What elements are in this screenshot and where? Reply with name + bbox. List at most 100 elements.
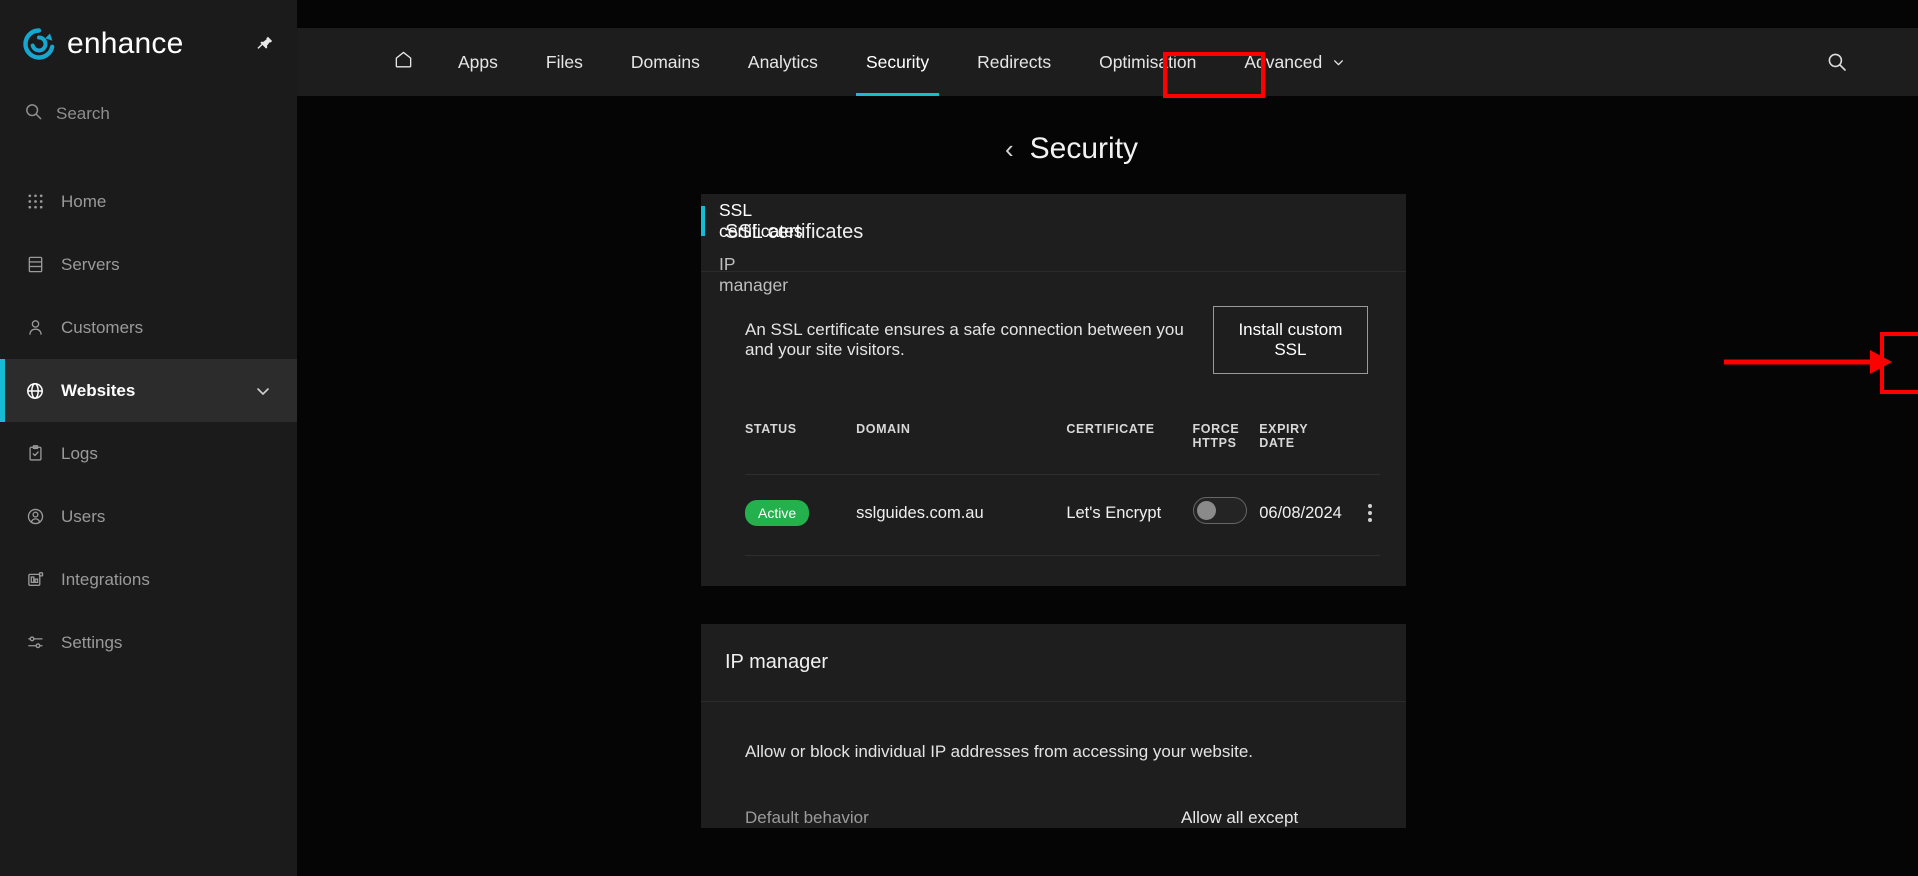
default-behavior-value[interactable]: Allow all except: [1181, 808, 1298, 828]
brand-header: enhance: [0, 0, 297, 88]
sidebar-item-settings[interactable]: Settings: [0, 611, 297, 674]
cell-actions: [1359, 474, 1380, 556]
page-subnav: SSL certificates IP manager: [297, 194, 803, 866]
column-header-domain: DOMAIN: [856, 422, 911, 436]
ssl-certificates-table: STATUS DOMAIN CERTIFICATE FORCE HTTPS EX…: [745, 408, 1380, 556]
global-search-icon[interactable]: [1822, 47, 1852, 77]
ip-card-title: IP manager: [701, 624, 1406, 702]
tab-label: Redirects: [977, 51, 1052, 72]
server-rack-icon: [24, 254, 46, 276]
sidebar-nav: Home Servers Customers Websites Logs Use…: [0, 170, 297, 674]
force-https-line2: HTTPS: [1192, 436, 1237, 450]
page-content: ‹ Security SSL certificates IP manager S…: [297, 96, 1918, 876]
page-header: ‹ Security: [297, 96, 1918, 166]
column-header-status: STATUS: [745, 422, 797, 436]
chevron-left-icon[interactable]: ‹: [1005, 136, 1014, 162]
subnav-item-label: IP manager: [719, 254, 789, 295]
sidebar-item-websites[interactable]: Websites: [0, 359, 297, 422]
tab-label: Analytics: [747, 51, 818, 72]
user-circle-icon: [24, 506, 46, 528]
tab-security[interactable]: Security: [842, 28, 953, 96]
ip-card-body: Allow or block individual IP addresses f…: [701, 702, 1406, 828]
top-nav-tabs: Apps Files Domains Analytics Security Re…: [297, 28, 1371, 96]
default-behavior-label: Default behavior: [745, 808, 869, 827]
tab-optimisation[interactable]: Optimisation: [1075, 28, 1220, 96]
sidebar-item-servers[interactable]: Servers: [0, 233, 297, 296]
tab-label: Advanced: [1244, 51, 1323, 72]
subnav-item-ssl-certificates[interactable]: SSL certificates: [701, 194, 803, 248]
enhance-e-logo-icon: [22, 27, 56, 61]
integrations-icon: [24, 569, 46, 591]
window-topbar: [297, 0, 1918, 28]
sidebar: enhance Search Home Servers Customers We…: [0, 0, 297, 876]
cell-certificate: Let's Encrypt: [1066, 474, 1193, 556]
install-custom-ssl-button[interactable]: Install custom SSL: [1212, 306, 1368, 374]
column-header-certificate: CERTIFICATE: [1066, 422, 1155, 436]
sidebar-search-label: Search: [56, 104, 110, 123]
sidebar-item-label: Home: [61, 191, 107, 211]
column-header-force-https: FORCE HTTPS: [1193, 408, 1260, 475]
ssl-certificates-card: SSL certificates An SSL certificate ensu…: [701, 194, 1406, 586]
cell-expiry-date: 06/08/2024: [1259, 474, 1360, 556]
cell-domain: sslguides.com.au: [856, 474, 1067, 556]
main-region: Apps Files Domains Analytics Security Re…: [297, 0, 1918, 876]
table-row: Active sslguides.com.au Let's Encrypt 06…: [745, 474, 1380, 556]
tab-apps[interactable]: Apps: [434, 28, 522, 96]
sidebar-item-label: Customers: [61, 317, 144, 337]
tab-label: Files: [545, 51, 583, 72]
top-navigation-bar: Apps Files Domains Analytics Security Re…: [297, 28, 1918, 96]
sidebar-item-label: Logs: [61, 443, 98, 463]
cell-force-https: [1192, 474, 1260, 556]
ip-description: Allow or block individual IP addresses f…: [745, 742, 1254, 761]
tab-label: Optimisation: [1099, 51, 1197, 72]
sidebar-item-customers[interactable]: Customers: [0, 296, 297, 359]
kebab-menu-icon[interactable]: [1360, 504, 1380, 522]
sidebar-item-label: Settings: [61, 632, 123, 652]
ip-manager-card: IP manager Allow or block individual IP …: [701, 624, 1406, 828]
chevron-down-icon[interactable]: [253, 381, 273, 401]
page-title: Security: [1029, 132, 1139, 165]
sliders-icon: [24, 632, 46, 654]
chevron-down-icon: [1330, 54, 1347, 71]
ssl-description-row: An SSL certificate ensures a safe connec…: [745, 306, 1380, 374]
sidebar-item-label: Websites: [61, 380, 136, 400]
tab-label: Apps: [458, 51, 498, 72]
sidebar-item-integrations[interactable]: Integrations: [0, 548, 297, 611]
sidebar-item-label: Users: [61, 506, 106, 526]
column-header-expiry-date: EXPIRY DATE: [1259, 408, 1359, 475]
status-badge: Active: [745, 500, 810, 526]
cell-status: Active: [745, 474, 857, 556]
force-https-toggle[interactable]: [1192, 497, 1247, 524]
tab-label: Domains: [630, 51, 700, 72]
content-columns: SSL certificates IP manager SSL certific…: [297, 194, 1918, 866]
clipboard-check-icon: [24, 443, 46, 465]
tab-advanced[interactable]: Advanced: [1220, 28, 1371, 96]
tab-files[interactable]: Files: [522, 28, 607, 96]
ssl-card-body: An SSL certificate ensures a safe connec…: [701, 272, 1406, 586]
subnav-item-label: SSL certificates: [719, 200, 803, 241]
table-header-row: STATUS DOMAIN CERTIFICATE FORCE HTTPS EX…: [745, 408, 1380, 475]
sidebar-item-users[interactable]: Users: [0, 485, 297, 548]
subnav-item-ip-manager[interactable]: IP manager: [701, 248, 788, 302]
expiry-date-line1: EXPIRY: [1259, 422, 1309, 436]
default-behavior-row: Default behavior Allow all except: [745, 808, 1380, 828]
expiry-date-line2: DATE: [1259, 436, 1295, 450]
force-https-line1: FORCE: [1192, 422, 1240, 436]
column-header-actions: [1360, 408, 1380, 475]
sidebar-item-label: Integrations: [61, 569, 150, 589]
brand-name: enhance: [67, 27, 184, 60]
grid-dots-icon: [24, 191, 46, 213]
tab-redirects[interactable]: Redirects: [953, 28, 1075, 96]
pin-icon[interactable]: [251, 31, 277, 57]
tab-analytics[interactable]: Analytics: [724, 28, 842, 96]
sidebar-item-home[interactable]: Home: [0, 170, 297, 233]
home-icon: [393, 49, 414, 75]
app-root: enhance Search Home Servers Customers We…: [0, 0, 1918, 876]
sidebar-item-label: Servers: [61, 254, 120, 274]
sidebar-item-logs[interactable]: Logs: [0, 422, 297, 485]
tab-home[interactable]: [373, 28, 434, 96]
search-icon: [24, 102, 43, 126]
tab-domains[interactable]: Domains: [607, 28, 724, 96]
sidebar-search[interactable]: Search: [0, 88, 297, 140]
person-icon: [24, 317, 46, 339]
